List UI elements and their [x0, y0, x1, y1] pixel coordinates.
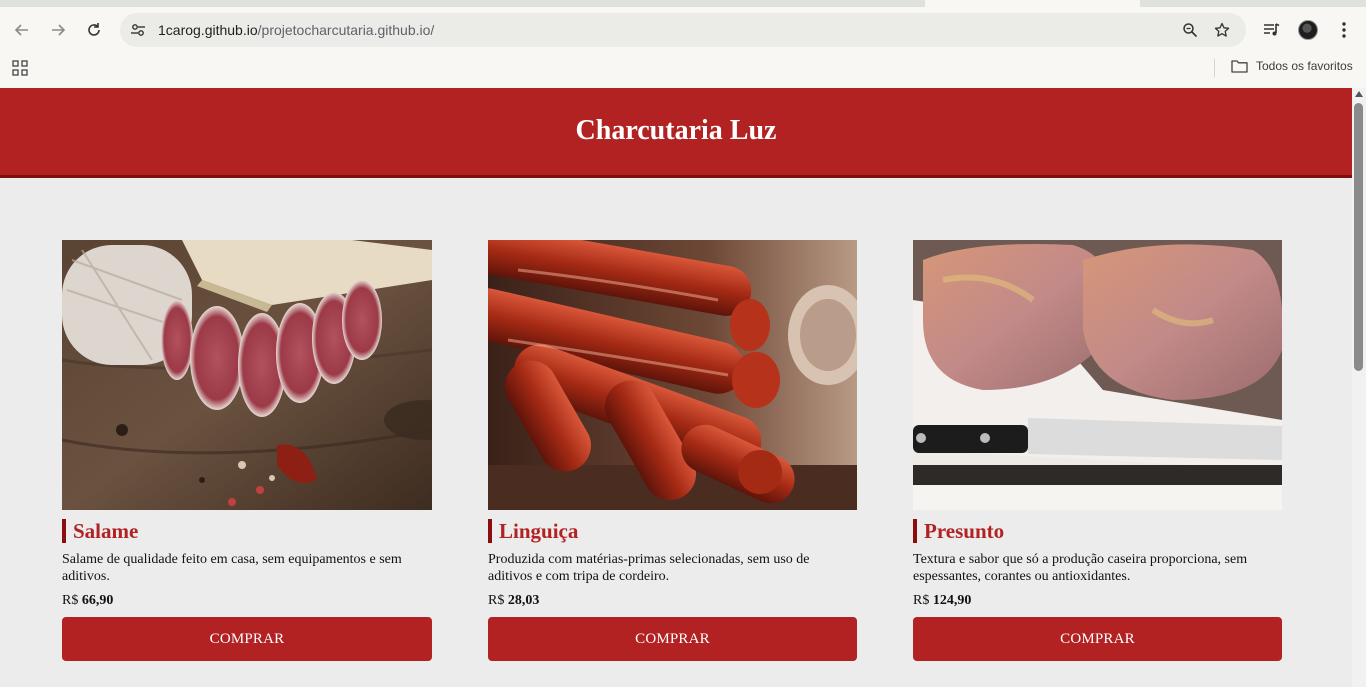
product-description: Textura e sabor que só a produção caseir… — [913, 552, 1248, 584]
price-value: 124,90 — [932, 593, 972, 608]
web-page: Charcutaria Luz Salame Salame de qualida… — [0, 88, 1352, 687]
salame-photo — [62, 240, 432, 510]
product-description: Produzida com matérias-primas selecionad… — [488, 552, 810, 584]
address-bar[interactable]: 1carog.github.io/projetocharcutaria.gith… — [120, 13, 1246, 47]
forward-arrow-icon[interactable] — [45, 17, 71, 43]
product-name: Salame — [62, 519, 432, 543]
product-list: Salame Salame de qualidade feito em casa… — [62, 240, 1284, 661]
vertical-scrollbar[interactable] — [1352, 88, 1366, 687]
price-value: 66,90 — [81, 593, 114, 608]
site-header: Charcutaria Luz — [0, 88, 1352, 178]
browser-chrome: 1carog.github.io/projetocharcutaria.gith… — [0, 0, 1366, 88]
zoom-icon[interactable] — [1182, 22, 1198, 38]
buy-button-linguica[interactable]: COMPRAR — [488, 617, 857, 661]
active-tab[interactable] — [925, 0, 1140, 7]
product-card-linguica: Linguiça Produzida com matérias-primas s… — [488, 240, 857, 661]
price-value: 28,03 — [507, 593, 540, 608]
price-currency: R$ — [913, 593, 930, 608]
scroll-up-arrow-icon[interactable] — [1355, 91, 1363, 97]
profile-avatar[interactable] — [1296, 18, 1320, 42]
url-text[interactable]: 1carog.github.io/projetocharcutaria.gith… — [158, 22, 434, 38]
apps-grid-icon[interactable] — [12, 60, 28, 76]
scrollbar-thumb[interactable] — [1354, 103, 1363, 371]
tab-strip — [0, 0, 1366, 7]
bookmarks-bar: Todos os favoritos — [0, 52, 1366, 82]
back-arrow-icon[interactable] — [9, 17, 35, 43]
menu-kebab-icon[interactable] — [1332, 18, 1356, 42]
product-price: R$ 66,90 — [62, 593, 432, 609]
bookmarks-folder-label: Todos os favoritos — [1256, 59, 1353, 73]
product-description: Salame de qualidade feito em casa, sem e… — [62, 552, 402, 584]
product-name: Presunto — [913, 519, 1282, 543]
product-card-salame: Salame Salame de qualidade feito em casa… — [62, 240, 432, 661]
folder-icon — [1231, 60, 1248, 73]
bookmarks-divider — [1214, 59, 1215, 77]
bookmark-star-icon[interactable] — [1214, 22, 1230, 38]
buy-button-salame[interactable]: COMPRAR — [62, 617, 432, 661]
price-currency: R$ — [62, 593, 79, 608]
presunto-photo — [913, 240, 1282, 510]
buy-button-presunto[interactable]: COMPRAR — [913, 617, 1282, 661]
product-name: Linguiça — [488, 519, 857, 543]
price-currency: R$ — [488, 593, 505, 608]
linguica-photo — [488, 240, 857, 510]
product-card-presunto: Presunto Textura e sabor que só a produç… — [913, 240, 1282, 661]
page-title: Charcutaria Luz — [575, 114, 777, 146]
product-price: R$ 28,03 — [488, 593, 857, 609]
avatar — [1298, 20, 1318, 40]
reload-icon[interactable] — [81, 17, 107, 43]
media-controls-icon[interactable] — [1260, 18, 1284, 42]
url-host: 1carog.github.io — [158, 22, 258, 38]
site-settings-icon[interactable] — [130, 22, 146, 38]
url-path: /projetocharcutaria.github.io/ — [257, 22, 435, 38]
product-price: R$ 124,90 — [913, 593, 1282, 609]
bookmarks-folder-all[interactable]: Todos os favoritos — [1231, 59, 1353, 73]
